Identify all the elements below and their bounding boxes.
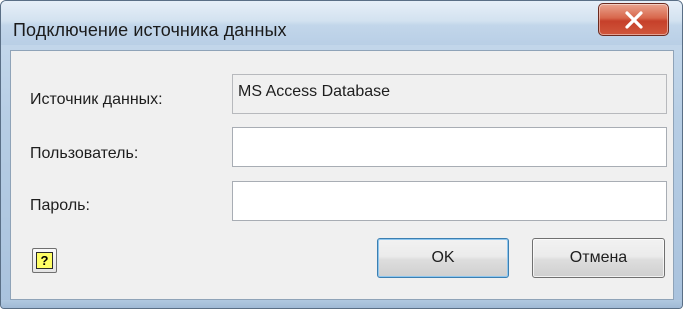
dialog-body: Источник данных: MS Access Database Поль… bbox=[10, 50, 674, 300]
password-label: Пароль: bbox=[30, 197, 90, 214]
user-input[interactable] bbox=[232, 127, 667, 167]
window-title: Подключение источника данных bbox=[13, 20, 287, 40]
datasource-field: MS Access Database bbox=[232, 74, 667, 114]
datasource-value: MS Access Database bbox=[238, 83, 391, 100]
user-label: Пользователь: bbox=[30, 145, 139, 162]
help-icon: ? bbox=[36, 252, 53, 269]
title-bar[interactable]: Подключение источника данных bbox=[1, 1, 682, 45]
help-button[interactable]: ? bbox=[32, 248, 57, 273]
window-bottom-border bbox=[1, 300, 682, 308]
dialog-window: Подключение источника данных Источник да… bbox=[0, 0, 683, 309]
close-button[interactable] bbox=[598, 3, 669, 36]
password-input[interactable] bbox=[232, 181, 667, 221]
datasource-label: Источник данных: bbox=[30, 91, 163, 108]
cancel-button[interactable]: Отмена bbox=[532, 238, 665, 278]
close-icon bbox=[625, 11, 643, 29]
ok-button[interactable]: OK bbox=[377, 238, 509, 278]
